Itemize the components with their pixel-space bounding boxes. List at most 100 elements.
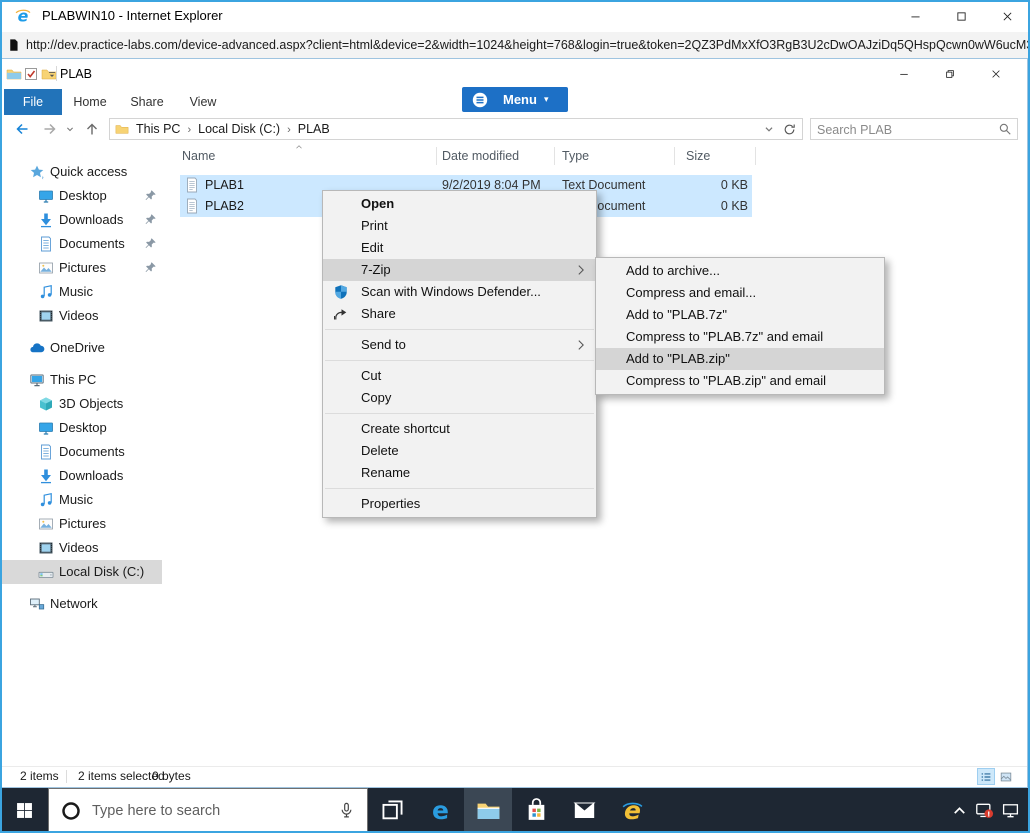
explorer-restore-button[interactable] [927,59,973,89]
submenu-item-add-to-plab-zip-[interactable]: Add to "PLAB.zip" [596,348,884,370]
submenu-item-compress-to-plab-zip-and-email[interactable]: Compress to "PLAB.zip" and email [596,370,884,392]
tray-network-icon[interactable] [1001,801,1020,820]
context-menu-item-delete[interactable]: Delete [323,440,596,462]
submenu-item-compress-and-email-[interactable]: Compress and email... [596,282,884,304]
sidebar-item-network[interactable]: Network [2,592,162,616]
share-arrow-icon [333,306,349,322]
recent-locations-chevron-icon[interactable] [64,121,76,137]
svg-text:!: ! [987,809,990,818]
submenu-item-add-to-archive-[interactable]: Add to archive... [596,260,884,282]
taskbar-app-internet-explorer[interactable]: e [608,788,656,833]
explorer-close-button[interactable] [973,59,1019,89]
submenu-arrow-icon [574,338,588,352]
browser-address-bar[interactable]: http://dev.practice-labs.com/device-adva… [0,32,1030,59]
breadcrumb-item[interactable]: This PC [136,122,180,136]
context-menu-item-edit[interactable]: Edit [323,237,596,259]
sidebar-item-documents[interactable]: Documents [2,440,162,464]
sidebar-item-downloads[interactable]: Downloads [2,464,162,488]
submenu-item-compress-to-plab-7z-and-email[interactable]: Compress to "PLAB.7z" and email [596,326,884,348]
properties-quick-icon[interactable] [23,66,39,82]
up-icon[interactable] [84,121,100,137]
taskbar-app-task-view[interactable] [368,788,416,833]
context-menu-item-create-shortcut[interactable]: Create shortcut [323,418,596,440]
submenu-item-add-to-plab-7z-[interactable]: Add to "PLAB.7z" [596,304,884,326]
context-menu-item-properties[interactable]: Properties [323,493,596,515]
submenu-arrow-icon [574,263,588,277]
tray-chevron-up-icon[interactable] [950,801,969,820]
breadcrumb-item[interactable]: Local Disk (C:) [198,122,280,136]
column-header-size[interactable]: Size [686,143,710,169]
explorer-minimize-button[interactable] [881,59,927,89]
breadcrumb-bar[interactable]: This PC › Local Disk (C:) › PLAB [109,118,803,140]
taskbar-app-store[interactable] [512,788,560,833]
svg-text:e: e [432,798,449,823]
explorer-search-box[interactable] [810,118,1018,141]
browser-maximize-button[interactable] [938,0,984,32]
sidebar-item-videos[interactable]: Videos [2,536,162,560]
context-menu-item-open[interactable]: Open [323,193,596,215]
remote-session-badge-icon[interactable]: ! [975,801,994,820]
sidebar-item-3d-objects[interactable]: 3D Objects [2,392,162,416]
tab-home[interactable]: Home [62,89,118,115]
taskbar-app-edge[interactable]: e [416,788,464,833]
quick-access-star-icon [29,164,45,180]
sidebar-item-music[interactable]: Music [2,488,162,512]
documents-icon [38,236,54,252]
column-header-name[interactable]: Name [182,143,215,169]
details-view-button[interactable] [977,768,995,785]
context-menu-item-print[interactable]: Print [323,215,596,237]
sidebar-item-local-disk-c-[interactable]: Local Disk (C:) [2,560,162,584]
context-menu-item-send-to[interactable]: Send to [323,334,596,356]
context-menu-item-cut[interactable]: Cut [323,365,596,387]
file-name: PLAB2 [205,199,244,213]
sidebar-item-quick-access[interactable]: Quick access [2,160,162,184]
explorer-search-input[interactable] [815,119,994,141]
context-menu-item-scan-with-windows-defender-[interactable]: Scan with Windows Defender... [323,281,596,303]
sidebar-item-desktop[interactable]: Desktop [2,416,162,440]
context-menu-item-rename[interactable]: Rename [323,462,596,484]
context-menu-item-copy[interactable]: Copy [323,387,596,409]
taskbar-search-box[interactable] [48,788,368,833]
column-divider [554,147,555,165]
file-explorer-icon [476,798,501,823]
menu-item-label: Open [361,196,395,211]
tab-share[interactable]: Share [118,89,176,115]
back-icon[interactable] [14,121,30,137]
page-favicon [7,38,20,52]
menu-item-label: Create shortcut [361,421,450,436]
sidebar-item-label: Downloads [59,212,124,227]
sidebar-item-label: Desktop [59,420,107,435]
context-menu-item-7-zip[interactable]: 7-Zip [323,259,596,281]
sidebar-item-onedrive[interactable]: OneDrive [2,336,162,360]
address-dropdown-chevron-icon[interactable] [762,122,776,136]
tab-view[interactable]: View [176,89,230,115]
sidebar-item-label: Videos [59,308,99,323]
start-button[interactable] [0,788,48,833]
sidebar-item-documents[interactable]: Documents [2,232,162,256]
taskbar-app-mail[interactable] [560,788,608,833]
context-menu-item-share[interactable]: Share [323,303,596,325]
sidebar-item-videos[interactable]: Videos [2,304,162,328]
sidebar-item-downloads[interactable]: Downloads [2,208,162,232]
page-url: http://dev.practice-labs.com/device-adva… [26,38,1028,52]
sidebar-item-pictures[interactable]: Pictures [2,512,162,536]
refresh-icon[interactable] [782,122,797,137]
microphone-icon[interactable] [338,802,355,819]
sidebar-item-this-pc[interactable]: This PC [2,368,162,392]
sidebar-item-pictures[interactable]: Pictures [2,256,162,280]
sidebar-item-desktop[interactable]: Desktop [2,184,162,208]
taskbar-search-input[interactable] [90,801,338,820]
lab-overlay-menu-button[interactable]: Menu ▾ [462,87,568,112]
browser-close-button[interactable] [984,0,1030,32]
sidebar-item-music[interactable]: Music [2,280,162,304]
forward-icon[interactable] [42,121,58,137]
breadcrumb-item[interactable]: PLAB [298,122,330,136]
explorer-titlebar: PLAB [2,59,1027,89]
tab-file[interactable]: File [4,89,62,115]
7zip-submenu: Add to archive... Compress and email... Ad… [595,257,885,395]
browser-minimize-button[interactable] [892,0,938,32]
column-header-date-modified[interactable]: Date modified [442,143,519,169]
thumbnails-view-button[interactable] [997,768,1015,785]
taskbar-app-file-explorer[interactable] [464,788,512,833]
column-header-type[interactable]: Type [562,143,589,169]
